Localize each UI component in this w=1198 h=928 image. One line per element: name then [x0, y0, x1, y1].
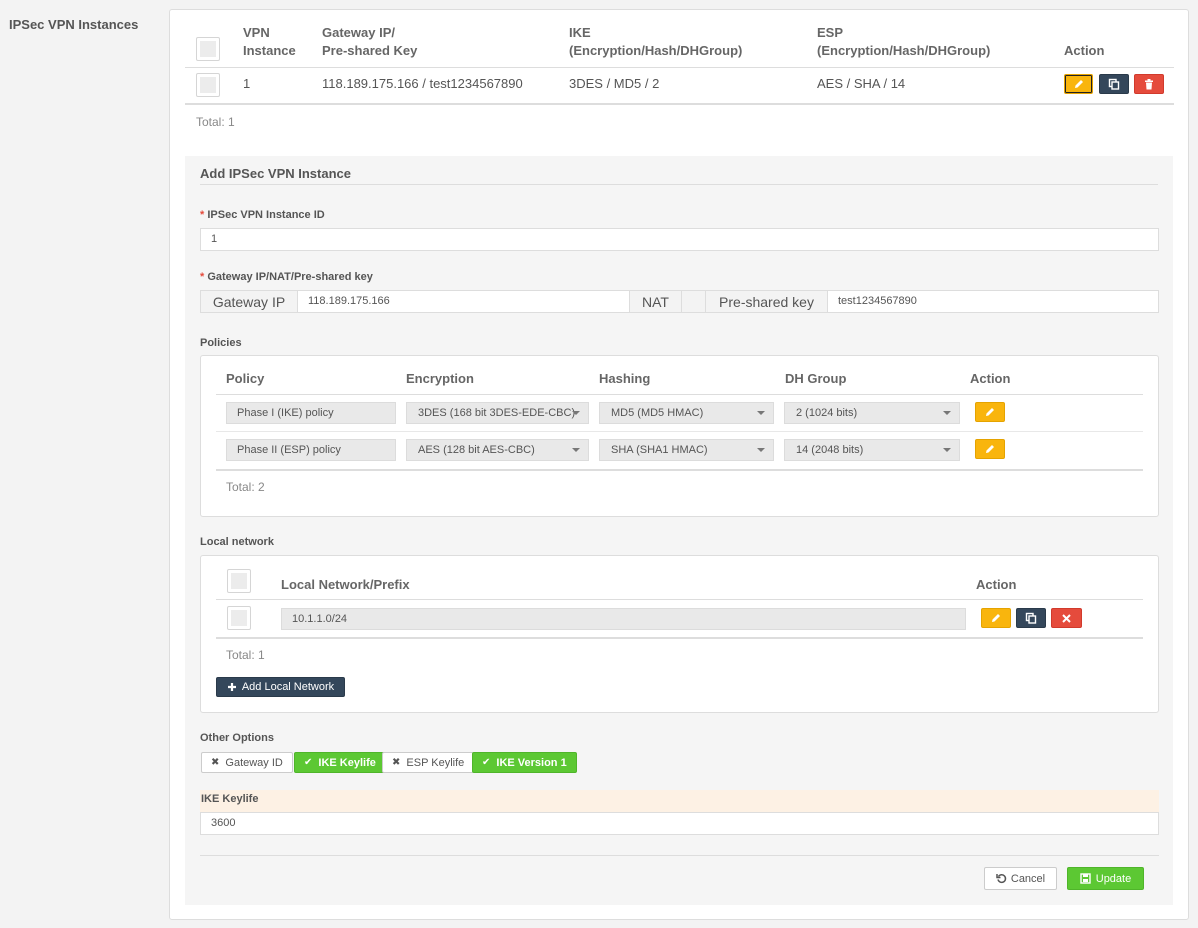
- cell-gateway: 118.189.175.166 / test1234567890: [322, 76, 523, 91]
- col-header-esp: ESP (Encryption/Hash/DHGroup): [817, 25, 991, 58]
- close-icon: [1062, 613, 1071, 623]
- gateway-group-label: * Gateway IP/NAT/Pre-shared key: [200, 271, 373, 283]
- ike-keylife-label-row: [200, 790, 1159, 812]
- edit-instance-button[interactable]: [1064, 74, 1093, 94]
- gateway-ip-input[interactable]: 118.189.175.166: [297, 290, 630, 313]
- edit-policy-button[interactable]: [975, 402, 1005, 422]
- delete-instance-button[interactable]: [1134, 74, 1164, 94]
- instances-total: Total: 1: [196, 115, 235, 129]
- dh-group-select[interactable]: 14 (2048 bits): [784, 439, 960, 461]
- psk-addon: Pre-shared key: [705, 290, 828, 313]
- plus-icon: [227, 683, 236, 691]
- cell-esp: AES / SHA / 14: [817, 76, 906, 91]
- ike-keylife-label: IKE Keylife: [201, 793, 259, 805]
- other-options-label: Other Options: [200, 732, 274, 744]
- cancel-button[interactable]: Cancel: [984, 867, 1057, 890]
- edit-policy-button[interactable]: [975, 439, 1005, 459]
- chevron-down-icon: [572, 411, 580, 415]
- nat-checkbox[interactable]: [681, 290, 706, 313]
- pencil-icon: [1074, 80, 1083, 88]
- col-header-ike: IKE (Encryption/Hash/DHGroup): [569, 25, 743, 58]
- option-esp-keylife-toggle[interactable]: ✖ ESP Keylife: [382, 752, 475, 773]
- pencil-icon: [986, 408, 994, 416]
- remove-network-button[interactable]: [1051, 608, 1082, 628]
- col-header-policy: Policy: [226, 371, 265, 386]
- col-header-encryption: Encryption: [406, 371, 474, 386]
- nat-addon: NAT: [629, 290, 682, 313]
- edit-network-button[interactable]: [981, 608, 1011, 628]
- copy-instance-button[interactable]: [1099, 74, 1129, 94]
- network-prefix: 10.1.1.0/24: [281, 608, 966, 630]
- col-header-action: Action: [1064, 43, 1105, 58]
- policy-name: Phase II (ESP) policy: [226, 439, 396, 461]
- copy-icon: [1108, 78, 1120, 90]
- ike-keylife-input[interactable]: 3600: [200, 812, 1159, 835]
- pencil-icon: [992, 614, 1000, 622]
- close-icon: ✖: [392, 757, 401, 768]
- option-ike-version-toggle[interactable]: ✔ IKE Version 1: [472, 752, 577, 773]
- chevron-down-icon: [943, 448, 951, 452]
- check-icon: ✔: [482, 757, 491, 768]
- col-header-hashing: Hashing: [599, 371, 651, 386]
- psk-input[interactable]: test1234567890: [827, 290, 1159, 313]
- dh-group-select[interactable]: 2 (1024 bits): [784, 402, 960, 424]
- encryption-select[interactable]: AES (128 bit AES-CBC): [406, 439, 589, 461]
- row-checkbox[interactable]: [196, 73, 220, 97]
- policies-total: Total: 2: [226, 480, 265, 494]
- save-icon: [1080, 873, 1091, 884]
- col-header-gateway: Gateway IP/ Pre-shared Key: [322, 25, 418, 58]
- chevron-down-icon: [757, 411, 765, 415]
- hashing-select[interactable]: SHA (SHA1 HMAC): [599, 439, 774, 461]
- col-header-dh-group: DH Group: [785, 371, 847, 386]
- col-header-network-prefix: Local Network/Prefix: [281, 577, 410, 592]
- policies-label: Policies: [200, 337, 242, 349]
- trash-icon: [1145, 78, 1153, 89]
- network-row-checkbox[interactable]: [227, 606, 251, 630]
- chevron-down-icon: [572, 448, 580, 452]
- update-button[interactable]: Update: [1067, 867, 1144, 890]
- undo-icon: [996, 874, 1007, 884]
- instance-id-input[interactable]: 1: [200, 228, 1159, 251]
- local-network-label: Local network: [200, 536, 274, 548]
- col-header-policy-action: Action: [970, 371, 1011, 386]
- chevron-down-icon: [943, 411, 951, 415]
- copy-network-button[interactable]: [1016, 608, 1046, 628]
- option-ike-keylife-toggle[interactable]: ✔ IKE Keylife: [294, 752, 386, 773]
- select-all-checkbox[interactable]: [196, 37, 220, 61]
- check-icon: ✔: [304, 757, 313, 768]
- add-local-network-button[interactable]: Add Local Network: [216, 677, 345, 697]
- policies-panel: [200, 355, 1159, 517]
- option-gateway-id-toggle[interactable]: ✖ Gateway ID: [201, 752, 293, 773]
- select-all-networks-checkbox[interactable]: [227, 569, 251, 593]
- encryption-select[interactable]: 3DES (168 bit 3DES-EDE-CBC): [406, 402, 589, 424]
- page-title: IPSec VPN Instances: [9, 17, 139, 32]
- cell-ike: 3DES / MD5 / 2: [569, 76, 660, 91]
- pencil-icon: [986, 445, 994, 453]
- col-header-vpn-instance: VPN Instance: [243, 25, 296, 58]
- chevron-down-icon: [757, 448, 765, 452]
- gateway-ip-addon: Gateway IP: [200, 290, 298, 313]
- copy-icon: [1025, 612, 1037, 624]
- cell-instance: 1: [243, 76, 251, 91]
- instance-id-label: * IPSec VPN Instance ID: [200, 209, 325, 221]
- policy-name: Phase I (IKE) policy: [226, 402, 396, 424]
- col-header-network-action: Action: [976, 577, 1017, 592]
- form-title: Add IPSec VPN Instance: [200, 166, 351, 181]
- close-icon: ✖: [211, 757, 220, 768]
- hashing-select[interactable]: MD5 (MD5 HMAC): [599, 402, 774, 424]
- network-total: Total: 1: [226, 648, 265, 662]
